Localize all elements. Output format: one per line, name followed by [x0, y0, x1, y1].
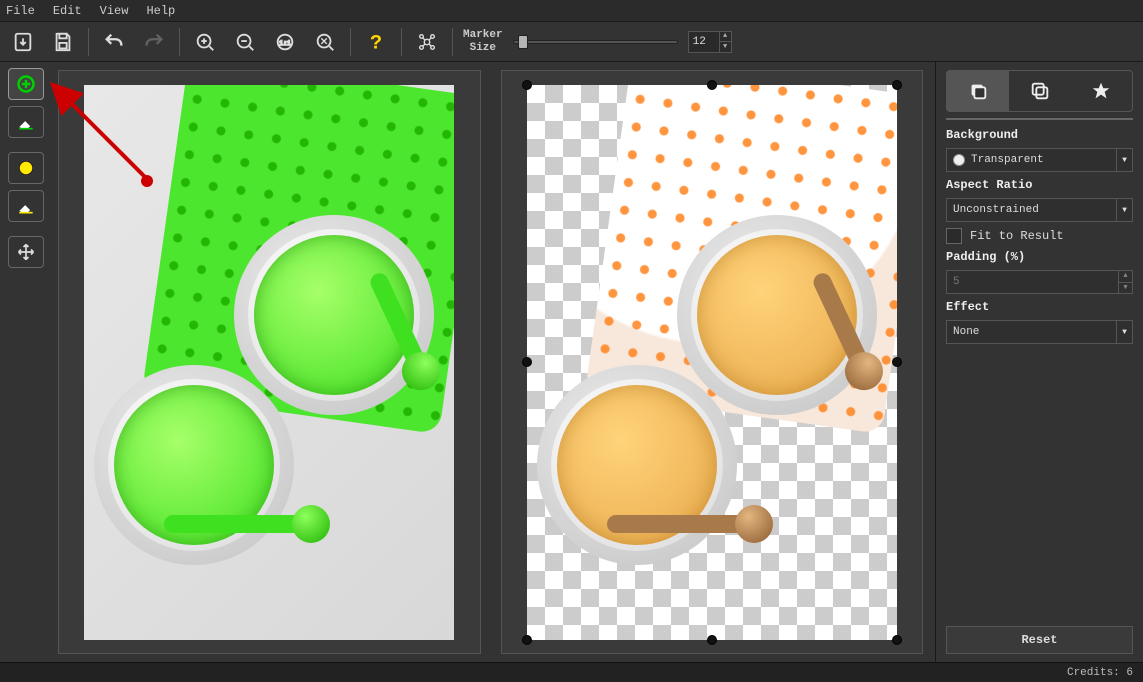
background-select[interactable]: Transparent ▼	[946, 148, 1133, 172]
padding-heading: Padding (%)	[946, 250, 1133, 264]
spin-down-icon[interactable]: ▼	[1119, 283, 1132, 294]
chevron-down-icon[interactable]: ▼	[1116, 199, 1132, 221]
help-button[interactable]: ?	[361, 27, 391, 57]
zoom-fit-button[interactable]	[310, 27, 340, 57]
add-background-marker-tool[interactable]	[8, 152, 44, 184]
zoom-in-button[interactable]	[190, 27, 220, 57]
crop-handle[interactable]	[892, 80, 902, 90]
crop-handle[interactable]	[522, 635, 532, 645]
crop-handle[interactable]	[522, 357, 532, 367]
transparent-swatch-icon	[953, 154, 965, 166]
menu-edit[interactable]: Edit	[53, 4, 82, 18]
effect-heading: Effect	[946, 300, 1133, 314]
move-tool[interactable]	[8, 236, 44, 268]
spin-down-icon[interactable]: ▼	[720, 42, 731, 52]
result-canvas[interactable]	[501, 70, 924, 654]
marker-size-slider[interactable]	[513, 35, 678, 49]
add-foreground-marker-tool[interactable]	[8, 68, 44, 100]
svg-text:?: ?	[370, 32, 382, 53]
menu-file[interactable]: File	[6, 4, 35, 18]
canvas-area	[54, 62, 935, 662]
panel-tabs	[946, 70, 1133, 112]
padding-input[interactable]: ▲▼	[946, 270, 1133, 294]
zoom-out-button[interactable]	[230, 27, 260, 57]
marker-size-label: Marker Size	[463, 29, 503, 53]
ai-tool-button[interactable]	[412, 27, 442, 57]
open-file-button[interactable]	[8, 27, 38, 57]
redo-button[interactable]	[139, 27, 169, 57]
credits-label: Credits:	[1067, 667, 1120, 679]
properties-panel: Background Transparent ▼ Aspect Ratio Un…	[935, 62, 1143, 662]
tab-layers[interactable]	[1009, 71, 1071, 111]
crop-handle[interactable]	[522, 80, 532, 90]
crop-handle[interactable]	[892, 357, 902, 367]
aspect-ratio-select[interactable]: Unconstrained ▼	[946, 198, 1133, 222]
crop-handle[interactable]	[892, 635, 902, 645]
marker-size-input[interactable]: ▲▼	[688, 31, 732, 53]
main-area: Background Transparent ▼ Aspect Ratio Un…	[0, 62, 1143, 662]
reset-button[interactable]: Reset	[946, 626, 1133, 654]
tab-favorites[interactable]	[1070, 71, 1132, 111]
spin-up-icon[interactable]: ▲	[1119, 271, 1132, 283]
menu-view[interactable]: View	[100, 4, 129, 18]
status-bar: Credits: 6	[0, 662, 1143, 682]
aspect-ratio-heading: Aspect Ratio	[946, 178, 1133, 192]
zoom-actual-button[interactable]: 1:1	[270, 27, 300, 57]
menu-bar: File Edit View Help	[0, 0, 1143, 22]
undo-button[interactable]	[99, 27, 129, 57]
chevron-down-icon[interactable]: ▼	[1116, 149, 1132, 171]
tab-background[interactable]	[947, 71, 1009, 111]
crop-handle[interactable]	[707, 635, 717, 645]
effect-select[interactable]: None ▼	[946, 320, 1133, 344]
left-toolbar	[0, 62, 54, 662]
spin-up-icon[interactable]: ▲	[720, 32, 731, 43]
erase-foreground-marker-tool[interactable]	[8, 106, 44, 138]
chevron-down-icon[interactable]: ▼	[1116, 321, 1132, 343]
erase-background-marker-tool[interactable]	[8, 190, 44, 222]
menu-help[interactable]: Help	[146, 4, 175, 18]
source-canvas[interactable]	[58, 70, 481, 654]
save-button[interactable]	[48, 27, 78, 57]
crop-handle[interactable]	[707, 80, 717, 90]
background-heading: Background	[946, 128, 1133, 142]
fit-to-result-checkbox[interactable]	[946, 228, 962, 244]
fit-to-result-label: Fit to Result	[970, 229, 1064, 243]
svg-text:1:1: 1:1	[279, 39, 291, 46]
credits-value: 6	[1126, 667, 1133, 679]
top-toolbar: 1:1 ? Marker Size ▲▼	[0, 22, 1143, 62]
annotation-dot	[141, 175, 153, 187]
